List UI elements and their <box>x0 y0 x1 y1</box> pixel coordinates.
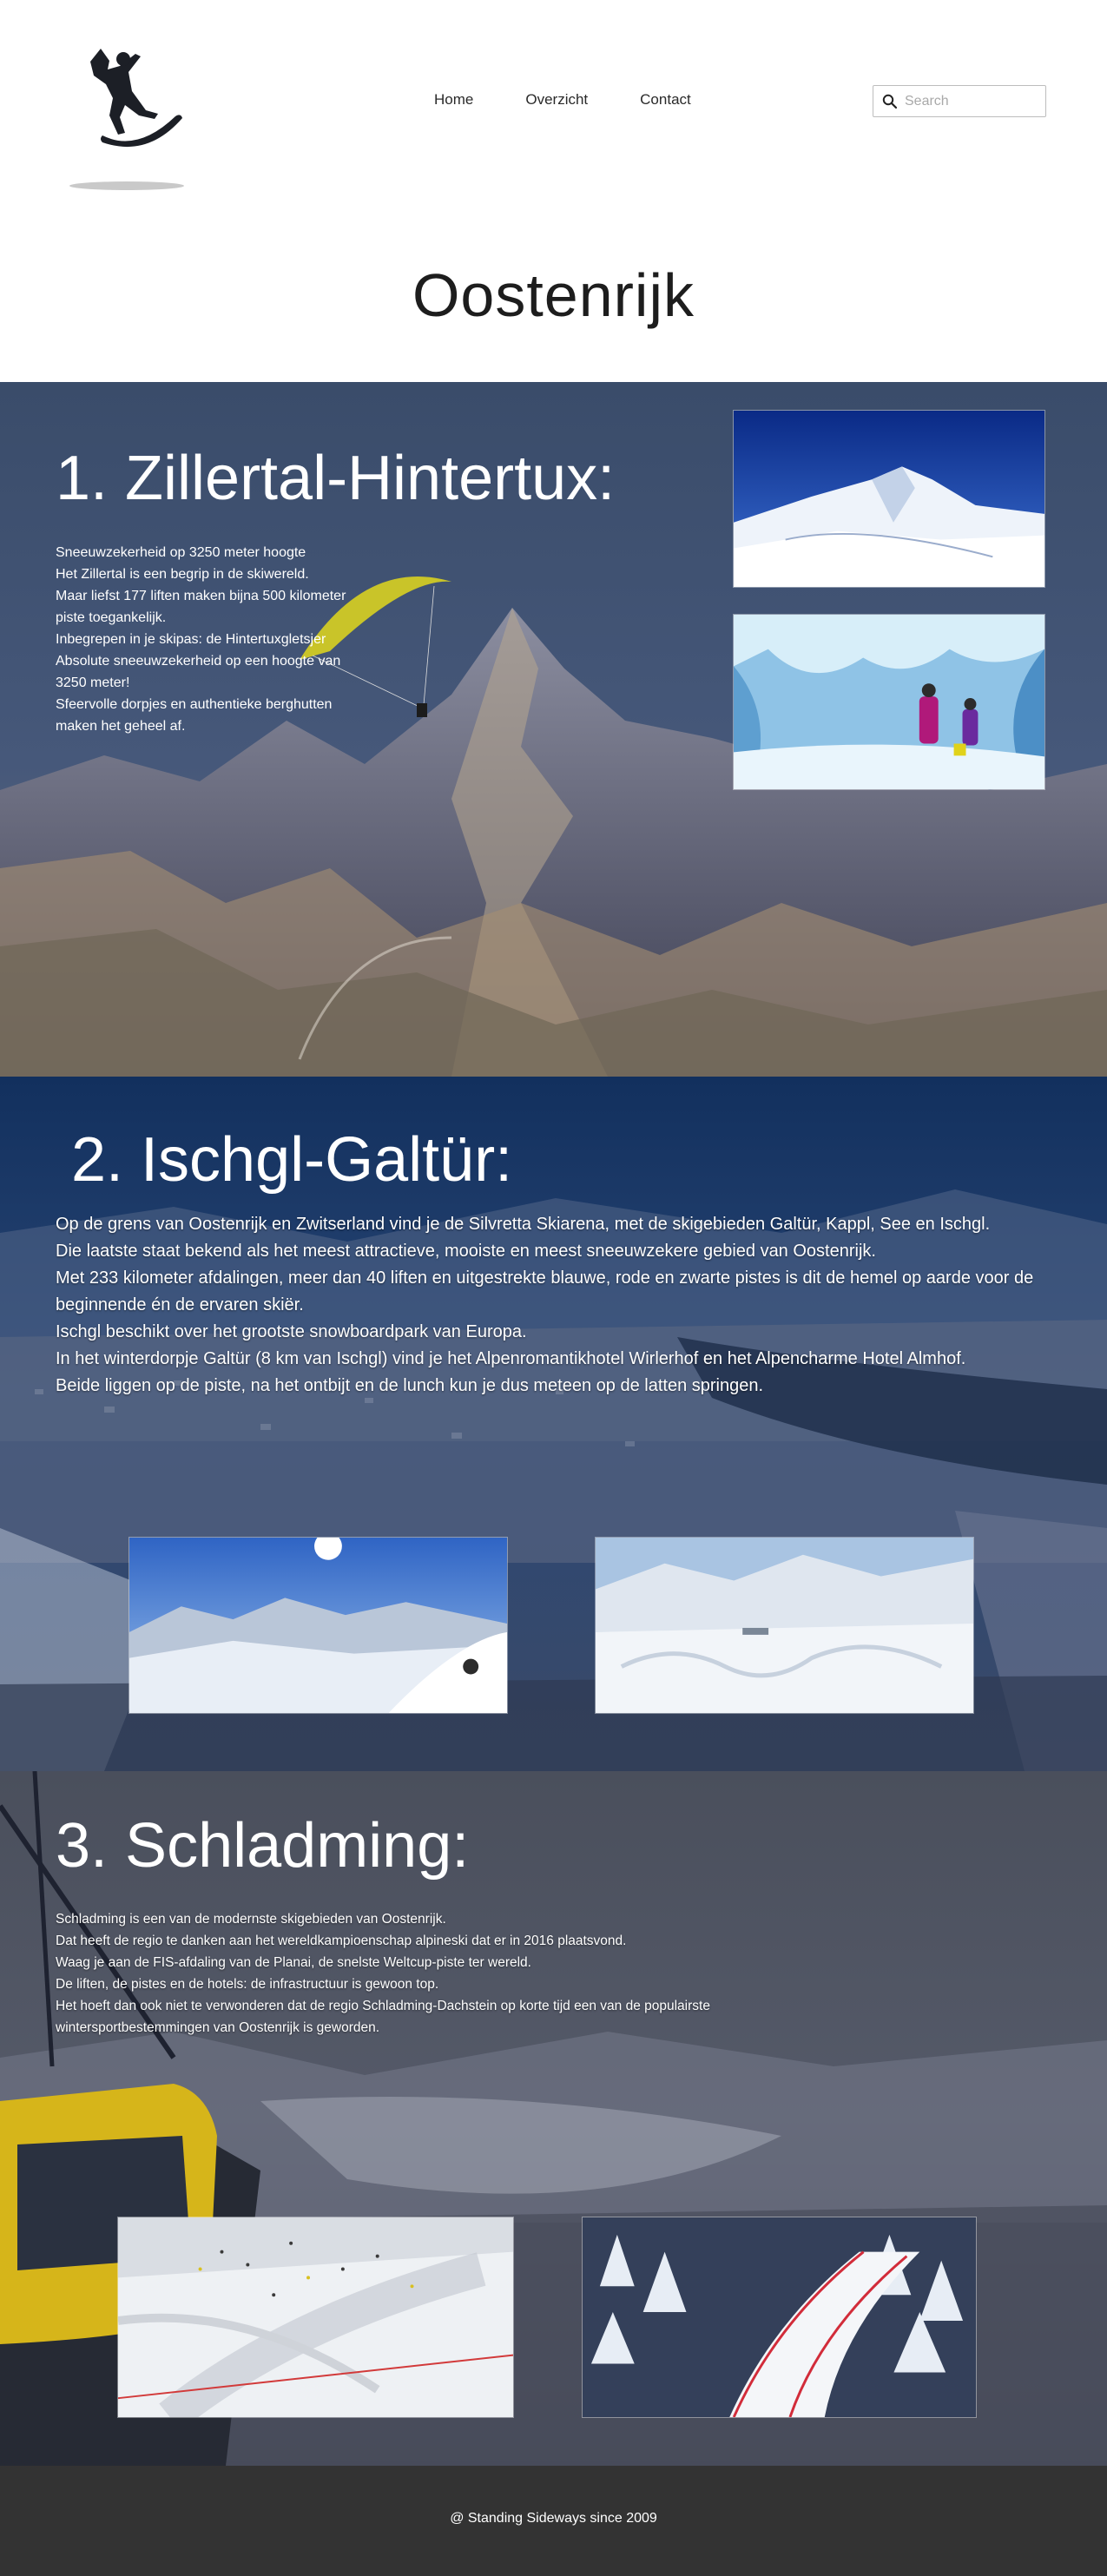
snowpark-photo <box>595 1537 974 1714</box>
section-ischgl: 2. Ischgl-Galtür: Op de grens van Oosten… <box>0 1077 1107 1771</box>
text-line: Dat heeft de regio te danken aan het wer… <box>56 1934 627 1948</box>
ice-cave-photo <box>733 614 1045 790</box>
text-line: Het hoeft dan ook niet te verwonderen da… <box>56 1999 710 2035</box>
section-text: Schladming is een van de modernste skige… <box>56 1908 837 2039</box>
text-line: Maar liefst 177 liften maken bijna 500 k… <box>56 589 346 625</box>
text-line: Waag je aan de FIS-afdaling van de Plana… <box>56 1955 531 1970</box>
search-icon[interactable] <box>882 94 898 109</box>
ski-slope-crowd-photo <box>117 2217 514 2418</box>
race-course-photo <box>582 2217 977 2418</box>
text-line: Het Zillertal is een begrip in de skiwer… <box>56 567 309 582</box>
site-header: Home Overzicht Contact Oostenrijk <box>0 0 1107 382</box>
page-title: Oostenrijk <box>412 261 695 329</box>
powder-skier-photo <box>128 1537 508 1714</box>
main-nav: Home Overzicht Contact <box>434 91 743 109</box>
section-title: 1. Zillertal-Hintertux: <box>56 444 616 513</box>
section-zillertal: 1. Zillertal-Hintertux: Sneeuwzekerheid … <box>0 382 1107 1077</box>
section-schladming: 3. Schladming: Schladming is een van de … <box>0 1771 1107 2466</box>
text-line: Die laatste staat bekend als het meest a… <box>56 1242 876 1261</box>
text-line: De liften, de pistes en de hotels: de in… <box>56 1977 439 1992</box>
footer-copyright: @ Standing Sideways since 2009 <box>450 2511 657 2526</box>
text-line: Beide liggen op de piste, na het ontbijt… <box>56 1376 764 1395</box>
search-input[interactable] <box>905 91 1039 112</box>
text-line: Met 233 kilometer afdalingen, meer dan 4… <box>56 1268 1034 1314</box>
text-line: Sfeervolle dorpjes en authentieke berghu… <box>56 697 333 734</box>
section-title: 3. Schladming: <box>56 1811 470 1881</box>
glacier-peak-photo <box>733 410 1045 588</box>
nav-home-link[interactable]: Home <box>434 91 473 109</box>
text-line: Inbegrepen in je skipas: de Hintertuxgle… <box>56 632 326 647</box>
text-line: In het winterdorpje Galtür (8 km van Isc… <box>56 1349 966 1368</box>
text-line: Schladming is een van de modernste skige… <box>56 1912 446 1927</box>
text-line: Ischgl beschikt over het grootste snowbo… <box>56 1322 527 1341</box>
text-line: Op de grens van Oostenrijk en Zwitserlan… <box>56 1215 991 1234</box>
text-line: Sneeuwzekerheid op 3250 meter hoogte <box>56 545 306 560</box>
section-title: 2. Ischgl-Galtür: <box>71 1125 513 1195</box>
search-box[interactable] <box>873 85 1046 117</box>
nav-overzicht-link[interactable]: Overzicht <box>525 91 588 109</box>
nav-contact-link[interactable]: Contact <box>640 91 691 109</box>
text-line: Absolute sneeuwzekerheid op een hoogte v… <box>56 654 341 690</box>
snowboarder-logo-icon[interactable] <box>68 42 189 194</box>
section-text: Op de grens van Oostenrijk en Zwitserlan… <box>56 1211 1054 1400</box>
site-footer: @ Standing Sideways since 2009 <box>0 2466 1107 2576</box>
section-text: Sneeuwzekerheid op 3250 meter hoogte Het… <box>56 542 355 737</box>
